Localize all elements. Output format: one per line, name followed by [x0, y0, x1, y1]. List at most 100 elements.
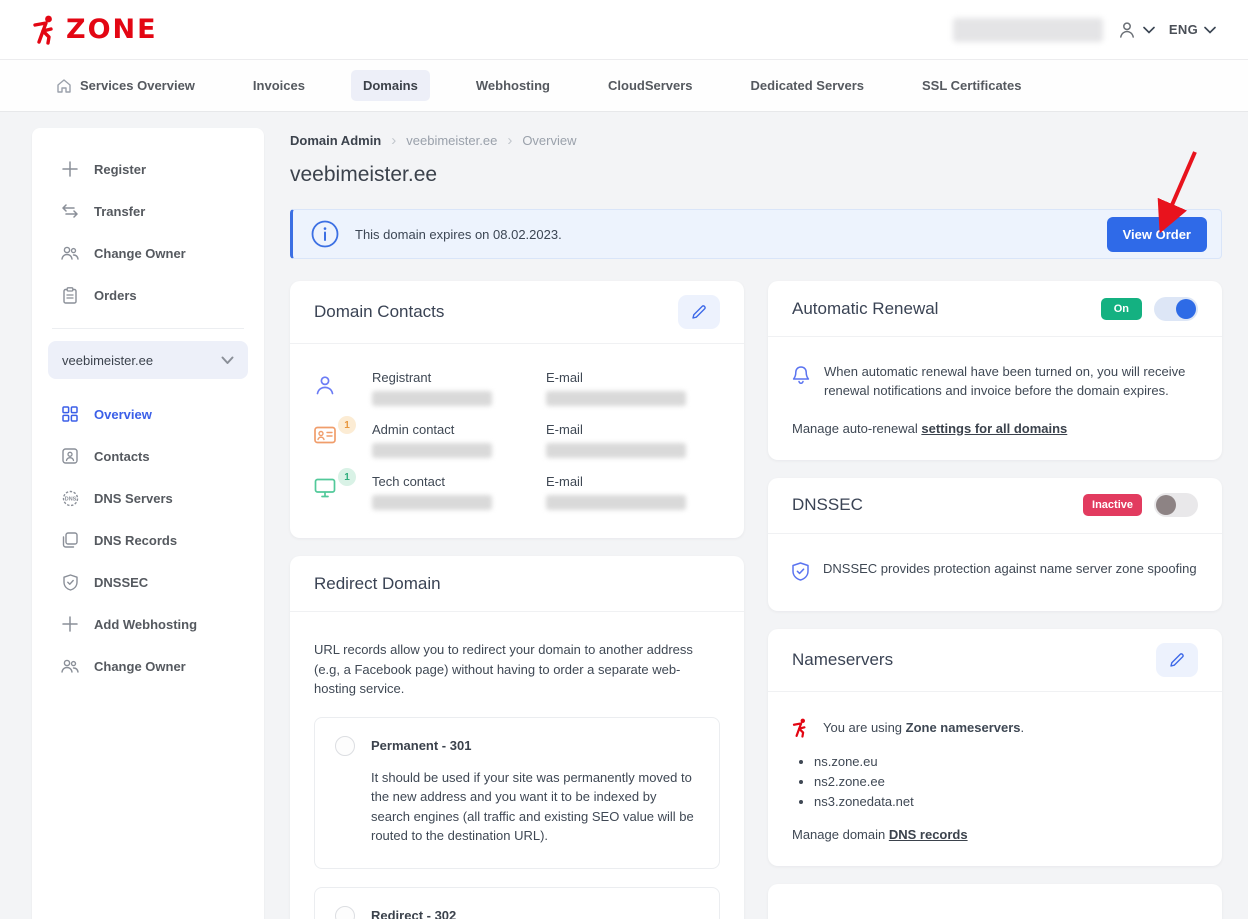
option-description: It should be used if your site was perma…: [371, 768, 699, 846]
people-icon: [60, 656, 80, 676]
chevron-down-icon: [221, 356, 234, 365]
ns-status-bold: Zone nameservers: [906, 720, 1021, 735]
toggle-knob: [1176, 299, 1196, 319]
auto-renewal-toggle[interactable]: [1154, 297, 1198, 321]
domain-select[interactable]: veebimeister.ee: [48, 341, 248, 379]
tab-label: Webhosting: [476, 78, 550, 93]
redacted-email: [546, 495, 686, 510]
tab-invoices[interactable]: Invoices: [241, 70, 317, 101]
tab-ssl-certificates[interactable]: SSL Certificates: [910, 70, 1033, 101]
radio-redirect-302[interactable]: [335, 906, 355, 919]
monitor-icon: [314, 478, 336, 498]
sidebar-item-dns-records[interactable]: DNS Records: [32, 519, 264, 561]
layers-icon: [60, 530, 80, 550]
sidebar-item-register[interactable]: Register: [32, 148, 264, 190]
contact-count-badge: 1: [338, 468, 356, 486]
partial-card: [768, 884, 1222, 919]
edit-nameservers-button[interactable]: [1156, 643, 1198, 677]
card-title: Domain Contacts: [314, 302, 444, 322]
breadcrumb: Domain Admin › veebimeister.ee › Overvie…: [290, 132, 1222, 149]
redacted-contact-name: [372, 443, 492, 458]
shield-check-icon: [60, 572, 80, 592]
zone-logo[interactable]: zone: [32, 15, 158, 45]
breadcrumb-overview: Overview: [522, 133, 576, 148]
contact-role-label: Admin contact: [372, 422, 546, 437]
sidebar-item-change-owner[interactable]: Change Owner: [32, 232, 264, 274]
nameservers-card: Nameservers: [768, 629, 1222, 866]
main-nav: Services Overview Invoices Domains Webho…: [0, 60, 1248, 112]
zone-runner-icon: [792, 718, 809, 738]
sidebar-item-dns-servers[interactable]: DNS DNS Servers: [32, 477, 264, 519]
domain-sidebar: Register Transfer Change Owner Orders ve…: [32, 128, 264, 919]
redacted-email: [546, 443, 686, 458]
tab-domains[interactable]: Domains: [351, 70, 430, 101]
sidebar-item-label: Contacts: [94, 449, 150, 464]
user-menu[interactable]: [1117, 20, 1155, 40]
people-icon: [60, 243, 80, 263]
user-icon: [1117, 20, 1137, 40]
sidebar-item-contacts[interactable]: Contacts: [32, 435, 264, 477]
person-icon: [314, 374, 336, 396]
tab-services-overview[interactable]: Services Overview: [44, 70, 207, 102]
radio-permanent-301[interactable]: [335, 736, 355, 756]
redacted-username: [953, 18, 1103, 42]
domain-select-value: veebimeister.ee: [62, 353, 153, 368]
transfer-arrows-icon: [60, 201, 80, 221]
sidebar-item-label: Orders: [94, 288, 137, 303]
pencil-icon: [1169, 652, 1185, 668]
tab-label: Dedicated Servers: [751, 78, 864, 93]
sidebar-divider: [52, 328, 244, 329]
sidebar-item-overview[interactable]: Overview: [32, 393, 264, 435]
sidebar-item-add-webhosting[interactable]: Add Webhosting: [32, 603, 264, 645]
info-icon: [311, 220, 339, 248]
dnssec-description: DNSSEC provides protection against name …: [823, 560, 1197, 581]
contact-count-badge: 1: [338, 416, 356, 434]
sidebar-item-transfer[interactable]: Transfer: [32, 190, 264, 232]
contact-row-registrant: Registrant E-mail: [314, 370, 720, 406]
breadcrumb-domain[interactable]: veebimeister.ee: [406, 133, 497, 148]
ns-status-prefix: You are using: [823, 720, 906, 735]
clipboard-icon: [60, 285, 80, 305]
status-badge-on: On: [1101, 298, 1142, 320]
redirect-intro-text: URL records allow you to redirect your d…: [314, 640, 720, 699]
tab-cloudservers[interactable]: CloudServers: [596, 70, 705, 101]
sidebar-item-label: Change Owner: [94, 246, 186, 261]
dns-records-link[interactable]: DNS records: [889, 827, 968, 842]
option-label: Permanent - 301: [371, 738, 471, 753]
option-label: Redirect - 302: [371, 908, 456, 919]
settings-for-all-domains-link[interactable]: settings for all domains: [921, 421, 1067, 436]
tab-webhosting[interactable]: Webhosting: [464, 70, 562, 101]
expiry-message: This domain expires on 08.02.2023.: [355, 227, 1091, 242]
tab-label: SSL Certificates: [922, 78, 1021, 93]
contact-row-tech: 1 Tech contact E-mail: [314, 474, 720, 510]
tab-dedicated-servers[interactable]: Dedicated Servers: [739, 70, 876, 101]
shield-check-icon: [792, 560, 809, 581]
manage-dns-prefix: Manage domain: [792, 827, 889, 842]
contact-row-admin: 1 Admin contact E-mail: [314, 422, 720, 458]
ns-status-suffix: .: [1021, 720, 1025, 735]
contact-role-label: Registrant: [372, 370, 546, 385]
language-selector[interactable]: ENG: [1169, 22, 1216, 37]
redacted-contact-name: [372, 391, 492, 406]
sidebar-item-label: Add Webhosting: [94, 617, 197, 632]
redacted-email: [546, 391, 686, 406]
breadcrumb-domain-admin[interactable]: Domain Admin: [290, 133, 381, 148]
sidebar-item-label: Overview: [94, 407, 152, 422]
dnssec-toggle[interactable]: [1154, 493, 1198, 517]
manage-renewal-prefix: Manage auto-renewal: [792, 421, 921, 436]
sidebar-item-change-owner-domain[interactable]: Change Owner: [32, 645, 264, 687]
nameserver-item: ns2.zone.ee: [814, 774, 1198, 789]
svg-text:DNS: DNS: [64, 496, 76, 502]
language-label: ENG: [1169, 22, 1198, 37]
sidebar-item-dnssec[interactable]: DNSSEC: [32, 561, 264, 603]
page-title: veebimeister.ee: [290, 163, 1222, 187]
sidebar-item-orders[interactable]: Orders: [32, 274, 264, 316]
tab-label: Services Overview: [80, 78, 195, 93]
contact-role-label: Tech contact: [372, 474, 546, 489]
view-order-button[interactable]: View Order: [1107, 217, 1207, 252]
nameserver-list: ns.zone.eu ns2.zone.ee ns3.zonedata.net: [814, 754, 1198, 809]
grid-icon: [60, 404, 80, 424]
redacted-contact-name: [372, 495, 492, 510]
tab-label: Domains: [363, 78, 418, 93]
edit-contacts-button[interactable]: [678, 295, 720, 329]
